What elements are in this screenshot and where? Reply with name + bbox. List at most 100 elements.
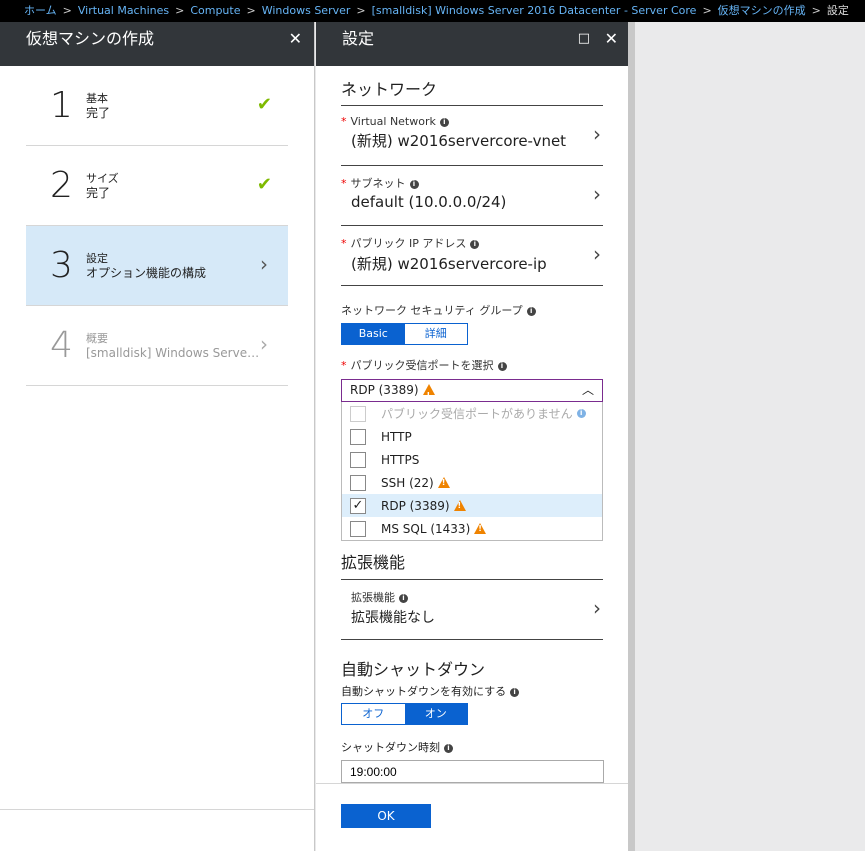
port-option-https[interactable]: HTTPS [342, 448, 602, 471]
checkmark-icon: ✔ [256, 94, 272, 115]
step-subtitle: オプション機能の構成 [86, 265, 207, 280]
shutdown-enable-label: 自動シャットダウンを有効にする i [341, 683, 603, 699]
breadcrumb-windows-server[interactable]: Windows Server [262, 4, 351, 17]
breadcrumb-compute[interactable]: Compute [190, 4, 240, 17]
virtual-network-value: (新規) w2016servercore-vnet [351, 132, 567, 150]
step-settings[interactable]: 3 設定 オプション機能の構成 › [26, 226, 288, 306]
breadcrumb-virtual-machines[interactable]: Virtual Machines [78, 4, 169, 17]
ports-label: * パブリック受信ポートを選択 i [341, 357, 603, 373]
step-number: 4 [50, 325, 73, 366]
breadcrumb-separator: > [811, 4, 821, 17]
breadcrumb-home[interactable]: ホーム [24, 4, 57, 17]
blade-footer-divider [0, 809, 314, 810]
extensions-label: 拡張機能 [351, 591, 395, 604]
option-label: RDP (3389) [381, 498, 450, 513]
required-marker: * [341, 177, 347, 190]
field-label: * パブリック IP アドレス i [341, 235, 603, 251]
step-text: サイズ 完了 [86, 171, 119, 201]
info-icon[interactable]: i [497, 362, 507, 371]
nsg-advanced-button[interactable]: 詳細 [404, 324, 467, 344]
chevron-right-icon: › [260, 252, 268, 276]
shutdown-off-button[interactable]: オフ [342, 704, 405, 724]
info-icon[interactable]: i [439, 118, 449, 127]
chevron-right-icon: › [593, 242, 601, 266]
checkbox[interactable] [350, 520, 366, 537]
shutdown-on-button[interactable]: オン [404, 704, 467, 724]
port-option-none: パブリック受信ポートがありません i [342, 402, 602, 425]
extensions-value: 拡張機能なし [351, 610, 435, 626]
ports-dropdown: パブリック受信ポートがありませんi HTTP HTTPS SSH (22) ✓ … [341, 402, 603, 541]
extensions-field[interactable]: 拡張機能 i 拡張機能なし › [341, 580, 603, 640]
breadcrumb-separator: > [702, 4, 712, 17]
breadcrumb-current: 設定 [826, 4, 849, 17]
port-option-http[interactable]: HTTP [342, 425, 602, 448]
required-marker: * [341, 237, 347, 250]
breadcrumb-separator: > [246, 4, 256, 17]
step-subtitle: 完了 [86, 105, 111, 120]
info-icon[interactable]: i [409, 180, 419, 189]
breadcrumb-separator: > [356, 4, 366, 17]
close-icon[interactable]: ✕ [289, 22, 302, 56]
ports-select[interactable]: RDP (3389) ︿ [341, 379, 603, 406]
virtual-network-label: Virtual Network [350, 115, 436, 128]
extensions-section-title: 拡張機能 [341, 549, 603, 580]
step-text: 基本 完了 [86, 91, 110, 121]
virtual-network-field[interactable]: * Virtual Network i (新規) w2016servercore-v… [341, 106, 603, 166]
breadcrumb-create-vm[interactable]: 仮想マシンの作成 [718, 4, 806, 17]
field-label: * サブネット i [341, 175, 603, 191]
close-icon[interactable]: ✕ [605, 22, 618, 56]
chevron-right-icon: › [260, 332, 268, 356]
maximize-icon[interactable]: □ [578, 22, 590, 56]
empty-workspace [635, 22, 865, 851]
shutdown-section-title: 自動シャットダウン [341, 660, 486, 679]
breadcrumb-image[interactable]: [smalldisk] Windows Server 2016 Datacent… [372, 4, 697, 17]
settings-content: ネットワーク * Virtual Network i (新規) w2016serve… [316, 76, 628, 783]
info-icon[interactable]: i [444, 744, 453, 753]
breadcrumb-separator: > [175, 4, 185, 17]
ok-button[interactable]: OK [341, 804, 431, 828]
info-icon[interactable]: i [526, 307, 536, 316]
info-icon[interactable]: i [470, 240, 480, 249]
step-text: 設定 オプション機能の構成 [86, 251, 206, 281]
option-label: HTTPS [381, 452, 420, 467]
field-label: 拡張機能 i [341, 589, 603, 605]
info-icon[interactable]: i [510, 688, 520, 697]
chevron-right-icon: › [593, 182, 601, 206]
info-icon[interactable]: i [399, 594, 408, 603]
checkbox[interactable] [350, 474, 366, 491]
option-label: HTTP [381, 429, 412, 444]
port-option-mssql[interactable]: MS SQL (1433) [342, 517, 602, 540]
settings-blade: 設定 □ ✕ ネットワーク * Virtual Network i (新規) w20… [316, 22, 629, 851]
subnet-value: default (10.0.0.0/24) [351, 193, 507, 211]
public-ip-field[interactable]: * パブリック IP アドレス i (新規) w2016servercore-ip … [341, 226, 603, 286]
step-title: 基本 [86, 91, 108, 105]
shutdown-toggle: オフ オン [341, 703, 468, 725]
blade-header: 設定 □ ✕ [316, 22, 628, 66]
shutdown-time-label: シャットダウン時刻 i [341, 739, 603, 755]
step-basics[interactable]: 1 基本 完了 ✔ [26, 66, 288, 146]
field-label: * Virtual Network i [341, 115, 603, 128]
step-size[interactable]: 2 サイズ 完了 ✔ [26, 146, 288, 226]
checkbox[interactable] [350, 428, 366, 445]
checkmark-icon: ✔ [256, 174, 272, 195]
warning-icon [437, 477, 450, 488]
option-label: パブリック受信ポートがありません [381, 407, 573, 421]
subnet-field[interactable]: * サブネット i default (10.0.0.0/24) › [341, 166, 603, 226]
checkbox[interactable] [350, 451, 366, 468]
info-icon: i [576, 409, 586, 418]
chevron-up-icon: ︿ [581, 383, 594, 397]
checkbox-checked[interactable]: ✓ [350, 497, 366, 514]
checkbox [350, 405, 366, 422]
shutdown-enable-label-text: 自動シャットダウンを有効にする [341, 685, 507, 698]
wizard-steps: 1 基本 完了 ✔ 2 サイズ 完了 ✔ 3 設定 オプション機能の構成 › 4 [0, 66, 314, 386]
shutdown-time-input[interactable] [341, 760, 604, 783]
chevron-right-icon: › [593, 122, 601, 146]
nsg-basic-button[interactable]: Basic [342, 324, 405, 344]
ports-selected-value: RDP (3389) [350, 383, 419, 397]
step-number: 1 [50, 85, 73, 126]
nsg-toggle: Basic 詳細 [341, 323, 468, 345]
port-option-rdp[interactable]: ✓ RDP (3389) [342, 494, 602, 517]
network-section-title: ネットワーク [341, 76, 603, 106]
port-option-ssh[interactable]: SSH (22) [342, 471, 602, 494]
step-title: 設定 [86, 251, 108, 265]
